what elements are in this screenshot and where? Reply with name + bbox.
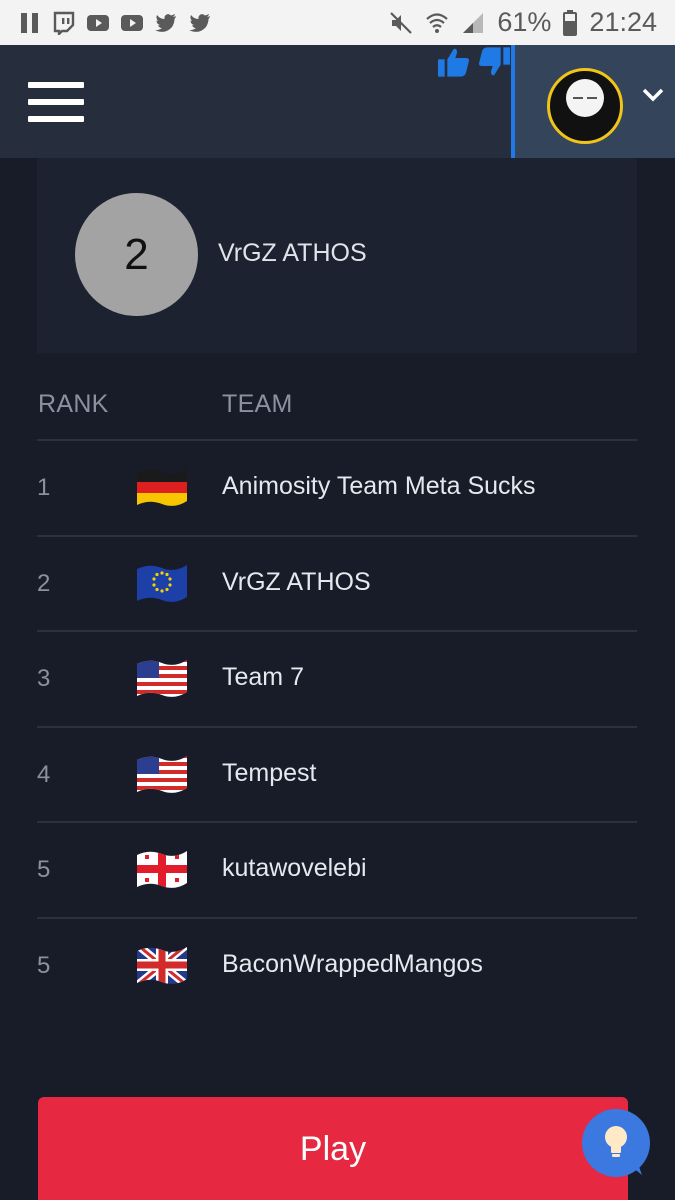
- pause-icon: [21, 12, 38, 33]
- user-menu: [511, 45, 675, 158]
- youtube-icon: [121, 14, 143, 31]
- menu-button[interactable]: [28, 82, 84, 122]
- table-row[interactable]: 5 BaconWrappedMangos: [37, 916, 637, 1013]
- avatar[interactable]: [547, 68, 623, 144]
- table-row[interactable]: 5 kutawovelebi: [37, 821, 637, 917]
- team-column-header: TEAM: [222, 390, 293, 418]
- battery-icon: [563, 9, 578, 36]
- status-bar: 61% 21:24: [0, 0, 675, 45]
- usa-flag-icon: [137, 660, 187, 698]
- feedback-buttons: [438, 47, 510, 77]
- team-name-cell: Animosity Team Meta Sucks: [222, 472, 536, 500]
- chevron-down-icon[interactable]: [641, 87, 665, 103]
- play-button[interactable]: Play: [38, 1097, 628, 1200]
- rank-cell: 1: [37, 474, 51, 501]
- usa-flag-icon: [137, 755, 187, 793]
- table-row[interactable]: 3 Team 7: [37, 630, 637, 726]
- rank-cell: 2: [37, 569, 51, 597]
- uk-flag-icon: [137, 946, 187, 984]
- avatar-face-icon: [566, 79, 604, 117]
- lightbulb-icon: [605, 1126, 642, 1175]
- team-name-cell: Team 7: [222, 663, 304, 692]
- leaderboard-table: 1 Animosity Team Meta Sucks 2 VrGZ ATHOS…: [37, 439, 637, 1013]
- wifi-icon: [426, 12, 449, 33]
- team-name-cell: Tempest: [222, 758, 317, 787]
- twitter-icon: [189, 13, 210, 32]
- eu-flag-icon: [137, 564, 187, 602]
- thumbs-down-icon[interactable]: [478, 47, 510, 77]
- twitter-icon: [155, 13, 176, 32]
- georgia-flag-icon: [137, 851, 187, 889]
- rank-badge: 2: [75, 193, 198, 316]
- rank-cell: 4: [37, 760, 51, 788]
- mute-icon: [390, 11, 413, 34]
- rank-cell: 5: [37, 951, 51, 979]
- team-name-cell: VrGZ ATHOS: [222, 567, 371, 596]
- menu-icon-bar: [28, 99, 84, 105]
- help-button[interactable]: [582, 1109, 650, 1177]
- table-row[interactable]: 1 Animosity Team Meta Sucks: [37, 439, 637, 535]
- germany-flag-icon: [137, 469, 187, 506]
- thumbs-up-icon[interactable]: [438, 47, 470, 77]
- selected-team-card: 2 VrGZ ATHOS: [37, 158, 637, 353]
- menu-icon-bar: [28, 82, 84, 88]
- clock: 21:24: [589, 7, 657, 37]
- menu-icon-bar: [28, 116, 84, 122]
- youtube-icon: [87, 14, 109, 31]
- table-row[interactable]: 2 VrGZ ATHOS: [37, 534, 637, 631]
- table-row[interactable]: 4 Tempest: [37, 725, 637, 822]
- selected-team-name: VrGZ ATHOS: [218, 239, 367, 267]
- signal-icon: [463, 12, 484, 33]
- rank-column-header: RANK: [38, 390, 109, 418]
- battery-percent: 61%: [497, 7, 552, 37]
- rank-cell: 5: [37, 856, 51, 884]
- twitch-icon: [53, 11, 75, 35]
- team-name-cell: kutawovelebi: [222, 854, 367, 883]
- rank-cell: 3: [37, 665, 51, 693]
- team-name-cell: BaconWrappedMangos: [222, 949, 483, 978]
